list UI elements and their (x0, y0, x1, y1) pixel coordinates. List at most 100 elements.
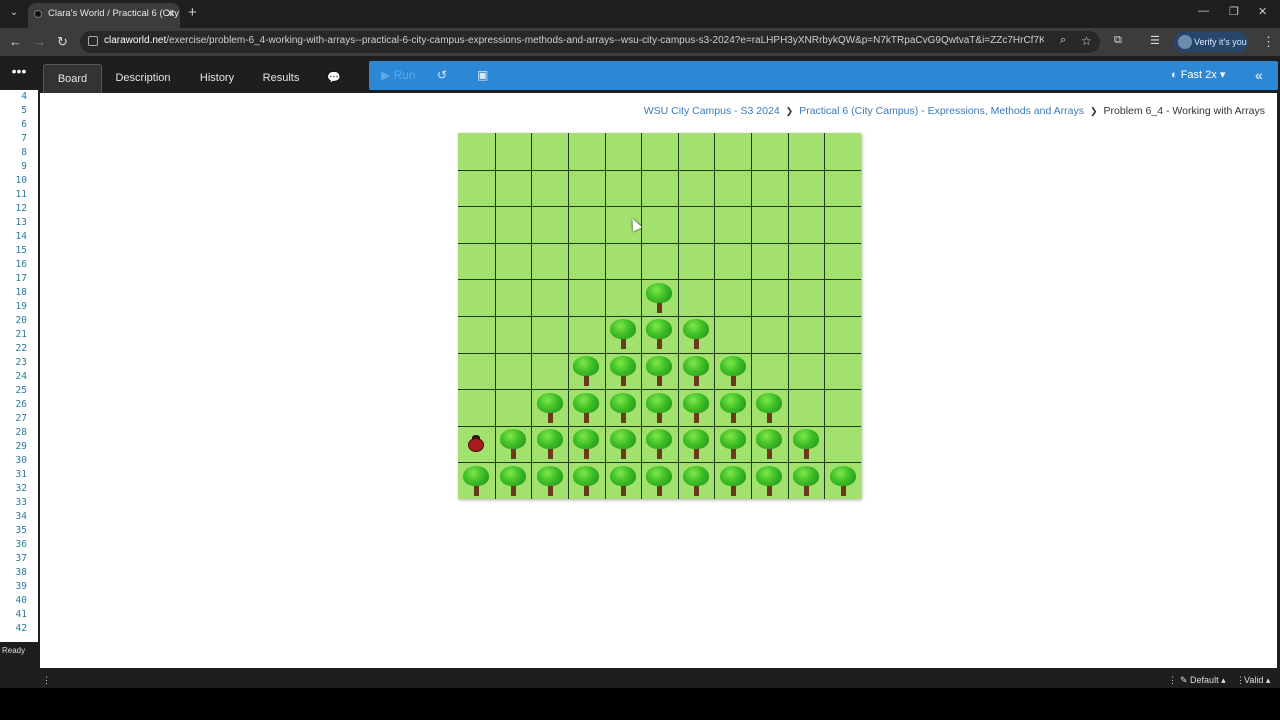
collapse-icon[interactable]: « (1255, 61, 1263, 90)
reading-list-icon[interactable]: ☰ (1150, 34, 1160, 47)
tree-crown (646, 466, 672, 486)
tree-crown (573, 466, 599, 486)
speed-dropdown[interactable]: ◐ Fast 2x ▾ (1171, 61, 1225, 90)
line-number: 40 (15, 595, 27, 606)
tree-icon (715, 353, 751, 389)
browser-tab[interactable]: Clara's World / Practical 6 (City ✕ (28, 3, 180, 28)
tree-icon (641, 426, 677, 462)
tree-crown (610, 429, 636, 449)
tree-crown (683, 466, 709, 486)
grid-line (458, 243, 861, 244)
tab-history[interactable]: History (193, 64, 241, 93)
tree-crown (683, 429, 709, 449)
status-menu-icon[interactable]: ⋮ (42, 672, 51, 688)
close-window-icon[interactable]: ✕ (1258, 5, 1267, 18)
reset-icon[interactable]: ↺ (437, 61, 447, 90)
tab-board[interactable]: Board (43, 64, 102, 93)
browser-menu-icon[interactable]: ⋮ (1262, 34, 1275, 50)
tree-icon (605, 463, 641, 499)
breadcrumb-practical[interactable]: Practical 6 (City Campus) - Expressions,… (799, 105, 1084, 117)
tab-title: Clara's World / Practical 6 (City (48, 8, 179, 19)
line-number: 7 (21, 133, 27, 144)
breadcrumb: WSU City Campus - S3 2024 ❯ Practical 6 (C… (644, 105, 1265, 117)
run-label: Run (393, 68, 416, 82)
line-number: 9 (21, 161, 27, 172)
save-icon[interactable]: ▣ (477, 61, 488, 90)
restore-icon[interactable]: ❐ (1229, 5, 1239, 18)
mode-indicator[interactable]: ✎ Default ▴ (1180, 672, 1226, 688)
tree-crown (500, 466, 526, 486)
minimize-icon[interactable]: — (1198, 5, 1209, 17)
tree-icon (495, 463, 531, 499)
ready-label: Ready (2, 646, 26, 655)
line-number: 42 (15, 623, 27, 634)
url-field[interactable]: claraworld.net/exercise/problem-6_4-work… (80, 31, 1100, 53)
line-numbers: 4 5 6 7 8 9 10 11 12 13 14 15 16 17 18 19 20 21 22 23 24 25 26… (0, 90, 36, 636)
tree-icon (605, 353, 641, 389)
reload-icon[interactable]: ↻ (57, 34, 68, 50)
tree-icon (641, 390, 677, 426)
line-number: 15 (15, 245, 27, 256)
screen-bottom (0, 688, 1280, 720)
tree-crown (646, 356, 672, 376)
game-board[interactable] (458, 133, 861, 499)
line-number: 34 (15, 511, 27, 522)
chat-icon[interactable]: 💬 (322, 64, 346, 93)
tree-crown (646, 429, 672, 449)
tree-crown (720, 393, 746, 413)
forward-icon[interactable]: → (33, 34, 46, 49)
url-text: claraworld.net/exercise/problem-6_4-work… (104, 35, 1044, 46)
run-button[interactable]: ▶ Run (381, 61, 416, 90)
tree-crown (683, 356, 709, 376)
tree-crown (610, 393, 636, 413)
tree-crown (610, 356, 636, 376)
tree-crown (573, 393, 599, 413)
tree-crown (537, 466, 563, 486)
close-tab-icon[interactable]: ✕ (166, 3, 175, 25)
breadcrumb-problem: Problem 6_4 - Working with Arrays (1103, 105, 1265, 117)
editor-menu-icon[interactable]: ••• (0, 56, 38, 90)
new-tab-icon[interactable]: + (188, 4, 197, 21)
view-tabs: Board Description History Results 💬 (38, 56, 368, 93)
tree-icon (715, 426, 751, 462)
line-number: 30 (15, 455, 27, 466)
line-number: 19 (15, 301, 27, 312)
board-panel: WSU City Campus - S3 2024 ❯ Practical 6 (C… (40, 93, 1277, 668)
extensions-icon[interactable]: ⧉ (1114, 34, 1122, 47)
tree-icon (641, 316, 677, 352)
line-number: 27 (15, 413, 27, 424)
line-number: 14 (15, 231, 27, 242)
bookmark-star-icon[interactable]: ☆ (1081, 34, 1092, 48)
tab-description[interactable]: Description (108, 64, 178, 93)
line-number: 17 (15, 273, 27, 284)
tree-icon (751, 426, 787, 462)
line-number: 35 (15, 525, 27, 536)
tree-crown (720, 429, 746, 449)
speed-label: Fast 2x (1180, 69, 1217, 81)
address-bar: ← → ↻ claraworld.net/exercise/problem-6_… (0, 28, 1280, 56)
ladybug (466, 435, 486, 453)
tree-crown (537, 429, 563, 449)
tab-search-icon[interactable]: ⌄ (6, 5, 22, 21)
line-number: 13 (15, 217, 27, 228)
tree-icon (641, 353, 677, 389)
validity-indicator[interactable]: Valid ▴ (1244, 672, 1270, 688)
line-number: 36 (15, 539, 27, 550)
tree-crown (646, 319, 672, 339)
tab-results[interactable]: Results (258, 64, 304, 93)
line-number: 21 (15, 329, 27, 340)
browser-tab-strip: ⌄ Clara's World / Practical 6 (City ✕ + … (0, 0, 1280, 28)
breadcrumb-course[interactable]: WSU City Campus - S3 2024 (644, 105, 780, 117)
tree-icon (641, 280, 677, 316)
line-number: 11 (15, 189, 27, 200)
tree-icon (568, 463, 604, 499)
site-info-icon[interactable] (88, 36, 98, 46)
profile-verify-button[interactable]: Verify it's you (1174, 32, 1248, 52)
back-icon[interactable]: ← (9, 34, 22, 49)
chevron-right-icon: ❯ (1090, 106, 1098, 116)
zoom-icon[interactable]: ⌕ (1060, 34, 1066, 47)
tree-icon (532, 390, 568, 426)
line-number: 29 (15, 441, 27, 452)
tree-icon (458, 463, 494, 499)
status-menu-icon[interactable]: ⋮ (1168, 672, 1177, 688)
